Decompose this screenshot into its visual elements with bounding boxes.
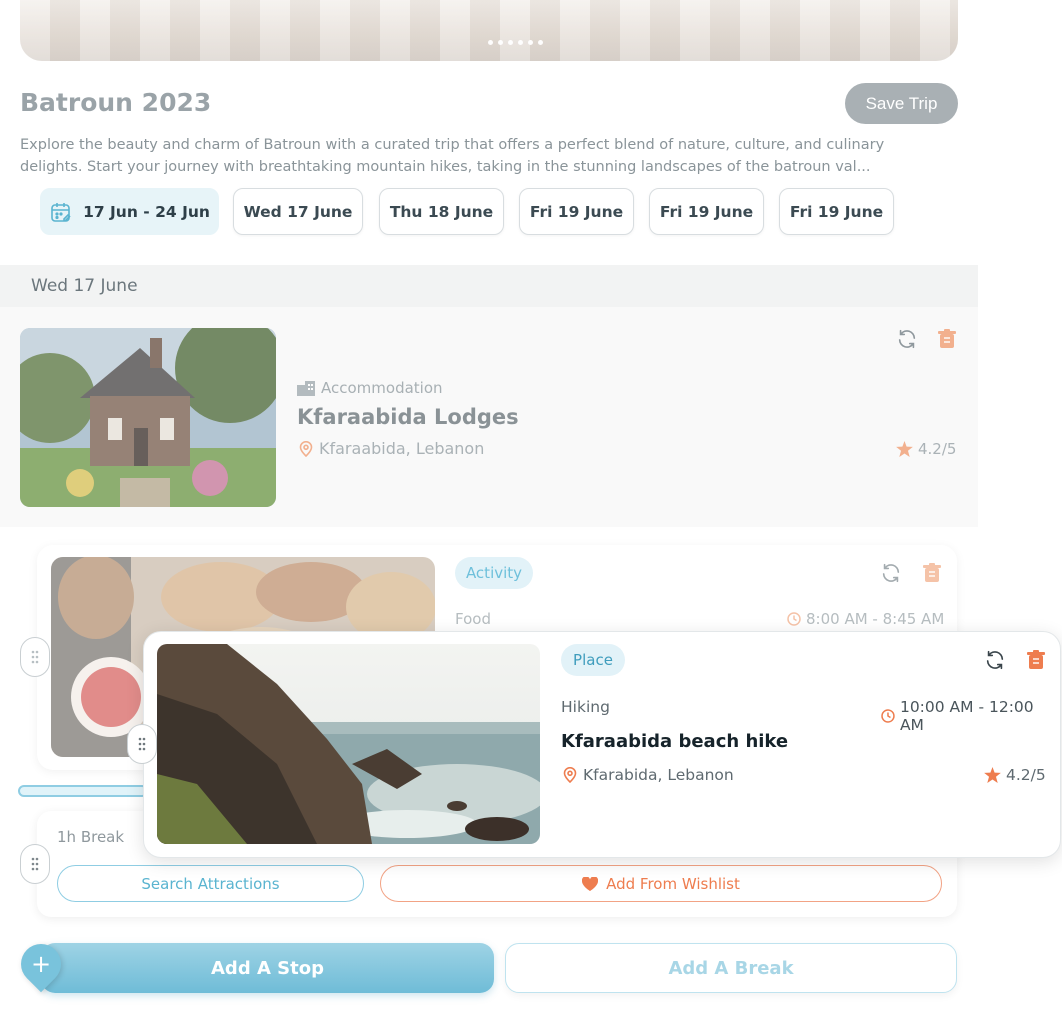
trip-description: Explore the beauty and charm of Batroun … bbox=[20, 137, 885, 175]
place-stop-time: 10:00 AM - 12:00 AM bbox=[881, 698, 1062, 734]
heart-icon bbox=[582, 876, 599, 891]
refresh-icon[interactable] bbox=[983, 648, 1007, 672]
day-header-label: Wed 17 June bbox=[31, 276, 138, 296]
place-stop-name: Kfaraabida beach hike bbox=[561, 731, 789, 752]
day-chip[interactable]: Thu 18 June bbox=[379, 188, 504, 235]
food-stop-badge: Activity bbox=[455, 557, 533, 589]
carousel-dot[interactable] bbox=[518, 40, 523, 45]
food-stop-time: 8:00 AM - 8:45 AM bbox=[787, 610, 944, 628]
carousel-dot[interactable] bbox=[528, 40, 533, 45]
trash-icon[interactable] bbox=[936, 327, 958, 351]
location-pin-icon bbox=[299, 440, 313, 457]
place-stop-badge: Place bbox=[561, 644, 625, 676]
day-chip[interactable]: Fri 19 June bbox=[519, 188, 634, 235]
place-stop-category: Hiking bbox=[561, 698, 610, 716]
star-icon bbox=[984, 767, 1001, 783]
building-icon bbox=[297, 381, 315, 396]
accommodation-photo bbox=[20, 328, 276, 507]
trash-icon[interactable] bbox=[921, 561, 943, 585]
date-range-chip[interactable]: 17 Jun - 24 Jun bbox=[40, 188, 219, 235]
add-from-wishlist-button[interactable]: Add From Wishlist bbox=[380, 865, 942, 902]
accommodation-rating: 4.2/5 bbox=[896, 440, 956, 458]
food-stop-category: Food bbox=[455, 610, 491, 628]
carousel-dot[interactable] bbox=[488, 40, 493, 45]
carousel-dot[interactable] bbox=[538, 40, 543, 45]
carousel-dot[interactable] bbox=[498, 40, 503, 45]
accommodation-type-label: Accommodation bbox=[321, 379, 443, 397]
accommodation-location: Kfaraabida, Lebanon bbox=[299, 439, 484, 458]
plus-icon: + bbox=[30, 950, 52, 979]
location-pin-icon bbox=[563, 767, 577, 783]
calendar-icon bbox=[51, 202, 71, 222]
refresh-icon[interactable] bbox=[879, 561, 903, 585]
search-attractions-button[interactable]: Search Attractions bbox=[57, 865, 364, 902]
refresh-icon[interactable] bbox=[895, 327, 919, 351]
place-stop-rating: 4.2/5 bbox=[984, 766, 1046, 784]
date-range-label: 17 Jun - 24 Jun bbox=[83, 202, 210, 221]
accommodation-name: Kfaraabida Lodges bbox=[297, 405, 519, 429]
carousel-dots[interactable] bbox=[488, 40, 543, 45]
accommodation-type: Accommodation bbox=[297, 379, 443, 397]
day-chip[interactable]: Fri 19 June bbox=[779, 188, 894, 235]
save-trip-button[interactable]: Save Trip bbox=[845, 83, 958, 124]
clock-icon bbox=[881, 709, 895, 723]
add-break-button[interactable]: Add A Break bbox=[505, 943, 957, 993]
trip-title: Batroun 2023 bbox=[20, 88, 212, 117]
day-chip[interactable]: Fri 19 June bbox=[649, 188, 764, 235]
add-stop-button[interactable]: Add A Stop bbox=[41, 943, 494, 993]
food-stop-time-label: 8:00 AM - 8:45 AM bbox=[806, 610, 945, 628]
place-stop-time-label: 10:00 AM - 12:00 AM bbox=[899, 698, 1034, 734]
star-icon bbox=[896, 441, 913, 457]
hero-carousel[interactable] bbox=[20, 0, 958, 61]
drag-placeholder-bar bbox=[18, 785, 148, 797]
day-chip[interactable]: Wed 17 June bbox=[233, 188, 363, 235]
carousel-dot[interactable] bbox=[508, 40, 513, 45]
place-photo bbox=[157, 644, 540, 844]
accommodation-location-label: Kfaraabida, Lebanon bbox=[319, 439, 485, 458]
place-stop-location: Kfarabida, Lebanon bbox=[563, 766, 734, 784]
drag-handle-icon[interactable] bbox=[127, 724, 157, 764]
clock-icon bbox=[787, 612, 801, 626]
place-stop-location-label: Kfarabida, Lebanon bbox=[583, 766, 734, 784]
day-section-header: Wed 17 June bbox=[0, 265, 978, 307]
drag-handle-icon[interactable] bbox=[20, 637, 50, 677]
drag-handle-icon[interactable] bbox=[20, 844, 50, 884]
accommodation-rating-label: 4.2/5 bbox=[918, 440, 957, 458]
place-stop-rating-label: 4.2/5 bbox=[1006, 766, 1046, 784]
wishlist-label: Add From Wishlist bbox=[606, 874, 740, 893]
trash-icon[interactable] bbox=[1025, 648, 1047, 672]
break-label: 1h Break bbox=[57, 828, 125, 846]
